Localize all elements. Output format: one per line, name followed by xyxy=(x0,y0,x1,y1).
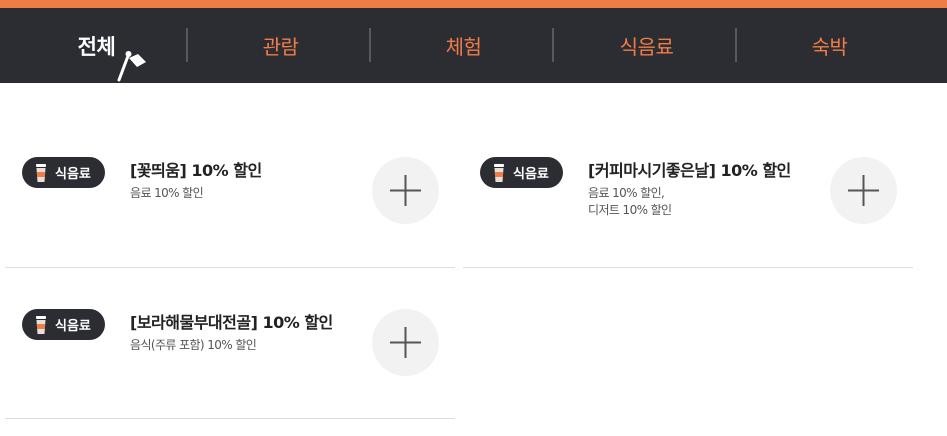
coupon-desc: 음료 10% 할인, 디저트 10% 할인 xyxy=(588,185,672,219)
tab-all[interactable]: 전체 xyxy=(5,8,188,83)
coupon-card: 식음료 [꽃띄움] 10% 할인 음료 10% 할인 xyxy=(5,83,455,268)
tab-label: 식음료 xyxy=(619,35,674,59)
category-label: 식음료 xyxy=(55,167,91,182)
card-divider xyxy=(5,418,455,419)
coupon-desc-line: 음료 10% 할인, xyxy=(588,186,665,200)
tab-divider xyxy=(735,28,737,62)
coupon-card: 식음료 [커피마시기좋은날] 10% 할인 음료 10% 할인, 디저트 10%… xyxy=(463,83,913,268)
coupon-title: [커피마시기좋은날] 10% 할인 xyxy=(588,161,791,180)
category-badge: 식음료 xyxy=(480,157,563,188)
flag-icon xyxy=(117,51,146,82)
tab-food-drink[interactable]: 식음료 xyxy=(555,8,738,83)
coupon-desc: 음식(주류 포함) 10% 할인 xyxy=(130,337,257,354)
coupon-title: [꽃띄움] 10% 할인 xyxy=(130,161,262,180)
coupon-desc-line: 음식(주류 포함) 10% 할인 xyxy=(130,338,257,352)
coffee-cup-icon xyxy=(36,163,46,182)
tab-divider xyxy=(369,28,371,62)
tab-label: 전체 xyxy=(77,34,116,59)
plus-icon xyxy=(390,175,421,206)
plus-icon xyxy=(848,175,879,206)
coupon-desc-line: 음료 10% 할인 xyxy=(130,186,204,200)
tab-divider xyxy=(186,28,188,62)
coupon-title: [보라해물부대전골] 10% 할인 xyxy=(130,313,333,332)
category-badge: 식음료 xyxy=(22,309,105,340)
coffee-cup-icon xyxy=(36,315,46,334)
coupon-desc: 음료 10% 할인 xyxy=(130,185,204,202)
category-badge: 식음료 xyxy=(22,157,105,188)
card-divider xyxy=(463,267,913,268)
coffee-cup-icon xyxy=(494,163,504,182)
category-label: 식음료 xyxy=(513,167,549,182)
tab-viewing[interactable]: 관람 xyxy=(189,8,372,83)
coupon-desc-line: 디저트 10% 할인 xyxy=(588,203,672,217)
tab-experience[interactable]: 체험 xyxy=(372,8,555,83)
tab-divider xyxy=(552,28,554,62)
tab-label: 관람 xyxy=(262,35,299,59)
coupon-card: 식음료 [보라해물부대전골] 10% 할인 음식(주류 포함) 10% 할인 xyxy=(5,268,455,419)
add-coupon-button[interactable] xyxy=(372,157,439,224)
category-label: 식음료 xyxy=(55,319,91,334)
category-tabbar: 전체 관람 체험 식음료 숙박 xyxy=(0,8,947,83)
top-accent-stripe xyxy=(0,0,947,8)
tab-label: 체험 xyxy=(445,35,482,59)
add-coupon-button[interactable] xyxy=(372,309,439,376)
plus-icon xyxy=(390,327,421,358)
tab-lodging[interactable]: 숙박 xyxy=(738,8,921,83)
add-coupon-button[interactable] xyxy=(830,157,897,224)
tab-label: 숙박 xyxy=(811,35,848,59)
